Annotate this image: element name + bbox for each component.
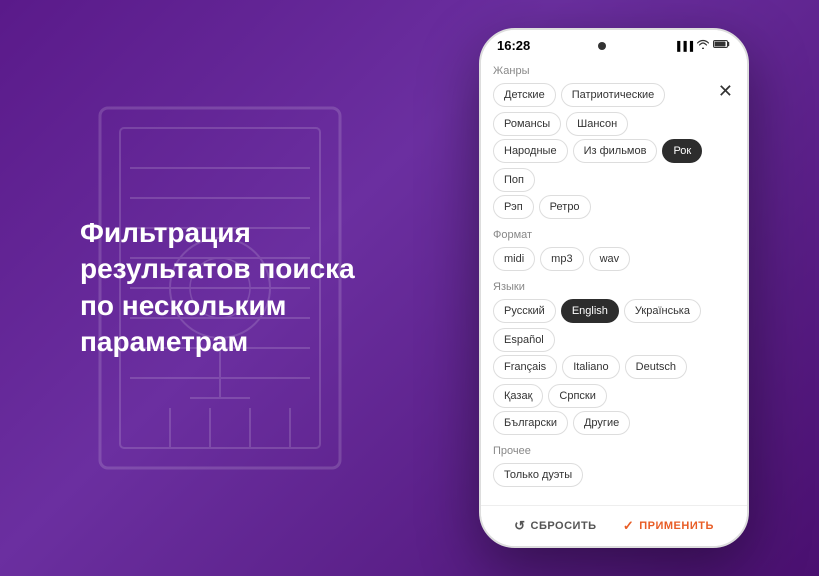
tag-italiano[interactable]: Italiano: [562, 355, 619, 379]
status-bar: 16:28 ▐▐▐: [481, 30, 747, 57]
tag-midi[interactable]: midi: [493, 247, 535, 271]
genres-title: Жанры: [493, 65, 735, 77]
tag-romansy[interactable]: Романсы: [493, 112, 561, 136]
tag-ukrainian[interactable]: Українська: [624, 299, 701, 323]
tag-others[interactable]: Другие: [573, 411, 630, 435]
languages-row-3: Български Другие: [493, 411, 735, 435]
tag-english[interactable]: English: [561, 299, 619, 323]
tag-bulgarian[interactable]: Български: [493, 411, 568, 435]
tag-pop[interactable]: Поп: [493, 168, 535, 192]
apply-label: ПРИМЕНИТЬ: [639, 520, 714, 532]
tag-shanson[interactable]: Шансон: [566, 112, 628, 136]
tag-kazakh[interactable]: Қазақ: [493, 384, 543, 408]
tag-srpski[interactable]: Српски: [548, 384, 606, 408]
languages-row-2: Français Italiano Deutsch Қазақ Српски: [493, 355, 735, 408]
apply-button[interactable]: ✓ ПРИМЕНИТЬ: [623, 518, 714, 534]
tag-duets[interactable]: Только дуэты: [493, 463, 583, 487]
format-title: Формат: [493, 229, 735, 241]
tag-detskie[interactable]: Детские: [493, 83, 556, 107]
tag-russian[interactable]: Русский: [493, 299, 556, 323]
other-section: Прочее Только дуэты: [493, 445, 735, 487]
tag-narodnye[interactable]: Народные: [493, 139, 568, 163]
tag-francais[interactable]: Français: [493, 355, 557, 379]
action-bar: ↺ СБРОСИТЬ ✓ ПРИМЕНИТЬ: [481, 505, 747, 546]
notch: [598, 42, 606, 50]
battery-icon: [713, 39, 731, 52]
genres-section: Жанры Детские Патриотические Романсы Шан…: [493, 65, 735, 219]
tag-rep[interactable]: Рэп: [493, 195, 534, 219]
format-section: Формат midi mp3 wav: [493, 229, 735, 271]
other-title: Прочее: [493, 445, 735, 457]
tag-deutsch[interactable]: Deutsch: [625, 355, 687, 379]
languages-section: Языки Русский English Українська Español…: [493, 281, 735, 435]
close-button[interactable]: ✕: [718, 82, 733, 100]
tag-rok[interactable]: Рок: [662, 139, 702, 163]
reset-label: СБРОСИТЬ: [531, 520, 597, 532]
tag-wav[interactable]: wav: [589, 247, 631, 271]
phone-mockup: 16:28 ▐▐▐ ✕ Жанр: [479, 28, 749, 548]
tag-iz-filmov[interactable]: Из фильмов: [573, 139, 658, 163]
tag-retro[interactable]: Ретро: [539, 195, 591, 219]
other-row: Только дуэты: [493, 463, 735, 487]
languages-row-1: Русский English Українська Español: [493, 299, 735, 352]
format-row: midi mp3 wav: [493, 247, 735, 271]
tag-espanol[interactable]: Español: [493, 328, 555, 352]
tag-mp3[interactable]: mp3: [540, 247, 583, 271]
signal-icon: ▐▐▐: [674, 41, 693, 51]
genres-row-2: Народные Из фильмов Рок Поп: [493, 139, 735, 192]
apply-icon: ✓: [623, 518, 634, 534]
languages-title: Языки: [493, 281, 735, 293]
reset-icon: ↺: [514, 518, 525, 534]
hero-text: Фильтрация результатов поиска по несколь…: [80, 215, 355, 361]
status-time: 16:28: [497, 38, 530, 53]
status-icons: ▐▐▐: [674, 39, 731, 52]
genres-row-1: Детские Патриотические Романсы Шансон: [493, 83, 735, 136]
reset-button[interactable]: ↺ СБРОСИТЬ: [514, 518, 596, 534]
tag-patrioticheskie[interactable]: Патриотические: [561, 83, 666, 107]
genres-row-3: Рэп Ретро: [493, 195, 735, 219]
wifi-icon: [697, 39, 709, 52]
filter-content: Жанры Детские Патриотические Романсы Шан…: [481, 57, 747, 505]
